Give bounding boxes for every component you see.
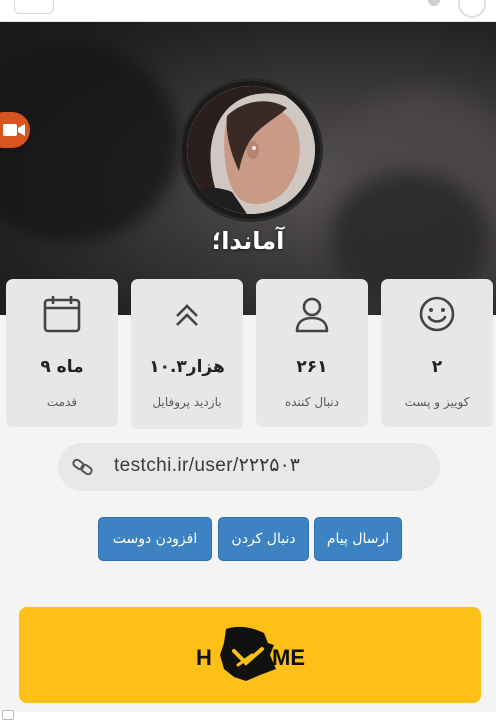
account-avatar[interactable] — [458, 0, 486, 18]
stat-value: ۲ — [431, 357, 443, 377]
double-chevron-up-icon — [131, 294, 243, 334]
stat-label: کوییز و پست — [404, 395, 470, 409]
profile-url: testchi.ir/user/۲۲۲۵۰۳ — [114, 455, 300, 476]
bottom-bar — [0, 710, 496, 720]
video-camera-icon — [3, 124, 25, 136]
add-friend-button[interactable]: افزودن دوست — [98, 517, 212, 561]
home-logo: H ME — [190, 625, 310, 685]
profile-cover: آماندا؛ — [0, 22, 496, 315]
send-message-button[interactable]: ارسال پیام — [314, 517, 402, 561]
stat-card-membership: ۹ ماه قدمت — [6, 279, 118, 427]
profile-link[interactable]: testchi.ir/user/۲۲۲۵۰۳ — [58, 443, 440, 491]
stat-value: ۲۶۱ — [296, 357, 328, 377]
link-icon — [72, 458, 93, 476]
stat-card-followers[interactable]: ۲۶۱ دنبال کننده — [256, 279, 368, 427]
profile-name: آماندا؛ — [211, 227, 285, 255]
stat-label: دنبال کننده — [284, 395, 340, 409]
svg-text:ME: ME — [272, 645, 305, 670]
close-ad-icon[interactable] — [2, 710, 14, 720]
menu-button[interactable] — [14, 0, 54, 14]
user-icon — [256, 294, 368, 334]
home-banner[interactable]: H ME — [19, 607, 481, 703]
stat-value: ۱۰.۳هزار — [149, 357, 225, 377]
profile-stats: ۹ ماه قدمت ۱۰.۳هزار بازدید پروفایل ۲۶۱ د… — [6, 279, 493, 429]
stat-value: ۹ ماه — [40, 357, 84, 377]
stat-card-quizzes-posts[interactable]: ۲ کوییز و پست — [381, 279, 493, 427]
top-bar — [0, 0, 496, 22]
avatar-photo — [187, 86, 315, 214]
avatar-frame — [182, 81, 320, 219]
follow-button[interactable]: دنبال کردن — [218, 517, 309, 561]
cover-shadow — [0, 42, 180, 242]
svg-text:H: H — [196, 645, 212, 670]
avatar[interactable] — [187, 86, 315, 214]
stat-card-profile-views: ۱۰.۳هزار بازدید پروفایل — [131, 279, 243, 429]
stat-label: قدمت — [46, 395, 78, 409]
smiley-icon — [381, 294, 493, 334]
stat-label: بازدید پروفایل — [152, 395, 222, 409]
notification-icon[interactable] — [428, 0, 440, 6]
calendar-icon — [6, 294, 118, 334]
